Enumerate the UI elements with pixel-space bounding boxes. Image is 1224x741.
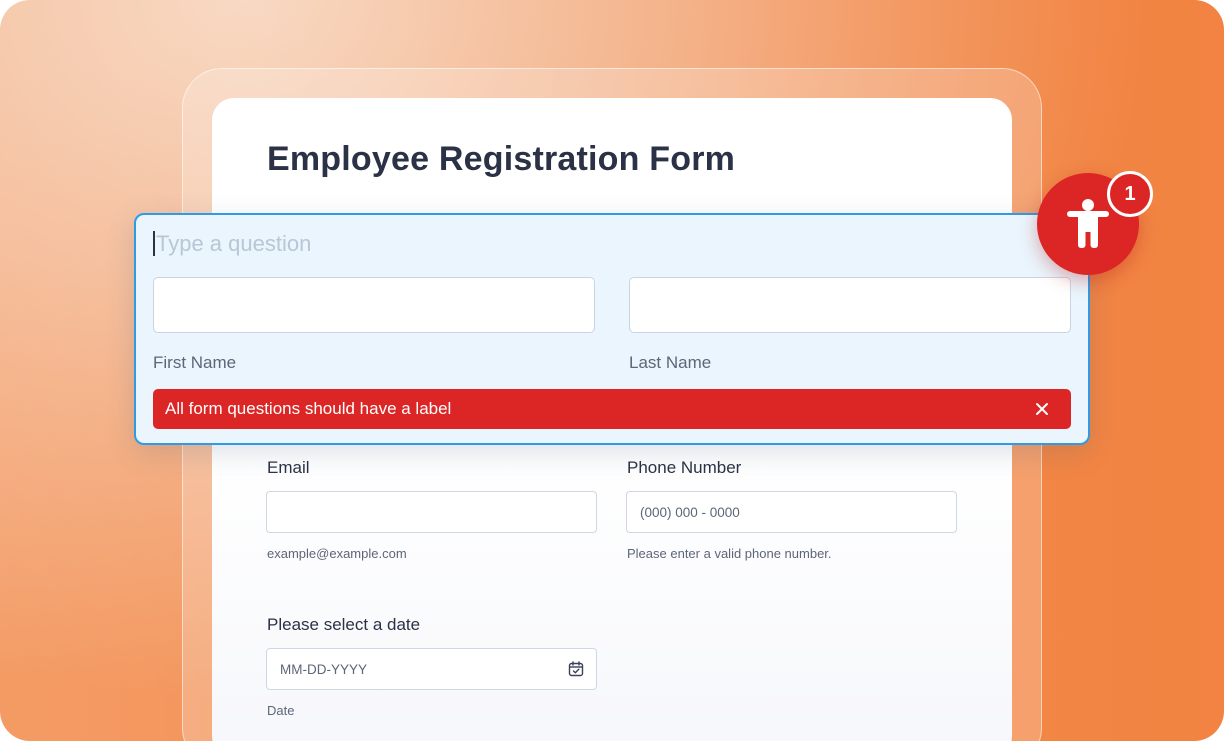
text-cursor [153,231,155,256]
calendar-check-icon[interactable] [568,661,584,677]
error-alert: All form questions should have a label [153,389,1071,429]
phone-field[interactable]: (000) 000 - 0000 [626,491,957,533]
alert-message: All form questions should have a label [165,399,452,418]
phone-label: Phone Number [627,458,742,477]
date-hint: Date [267,703,295,718]
email-field[interactable] [266,491,597,533]
close-icon[interactable] [1031,398,1053,420]
email-label: Email [267,458,310,477]
date-field[interactable]: MM-DD-YYYY [266,648,597,690]
last-name-input[interactable] [629,277,1071,333]
issue-count-badge: 1 [1107,171,1153,217]
phone-hint: Please enter a valid phone number. [627,546,832,561]
email-hint: example@example.com [267,546,407,561]
first-name-input[interactable] [153,277,595,333]
accessibility-person-icon [1067,199,1109,248]
date-label: Please select a date [267,615,421,634]
question-title-input[interactable]: Type a question [156,231,311,257]
last-name-sublabel: Last Name [629,353,712,372]
first-name-sublabel: First Name [153,353,237,372]
page-title: Employee Registration Form [267,140,736,178]
date-placeholder: MM-DD-YYYY [280,661,367,677]
